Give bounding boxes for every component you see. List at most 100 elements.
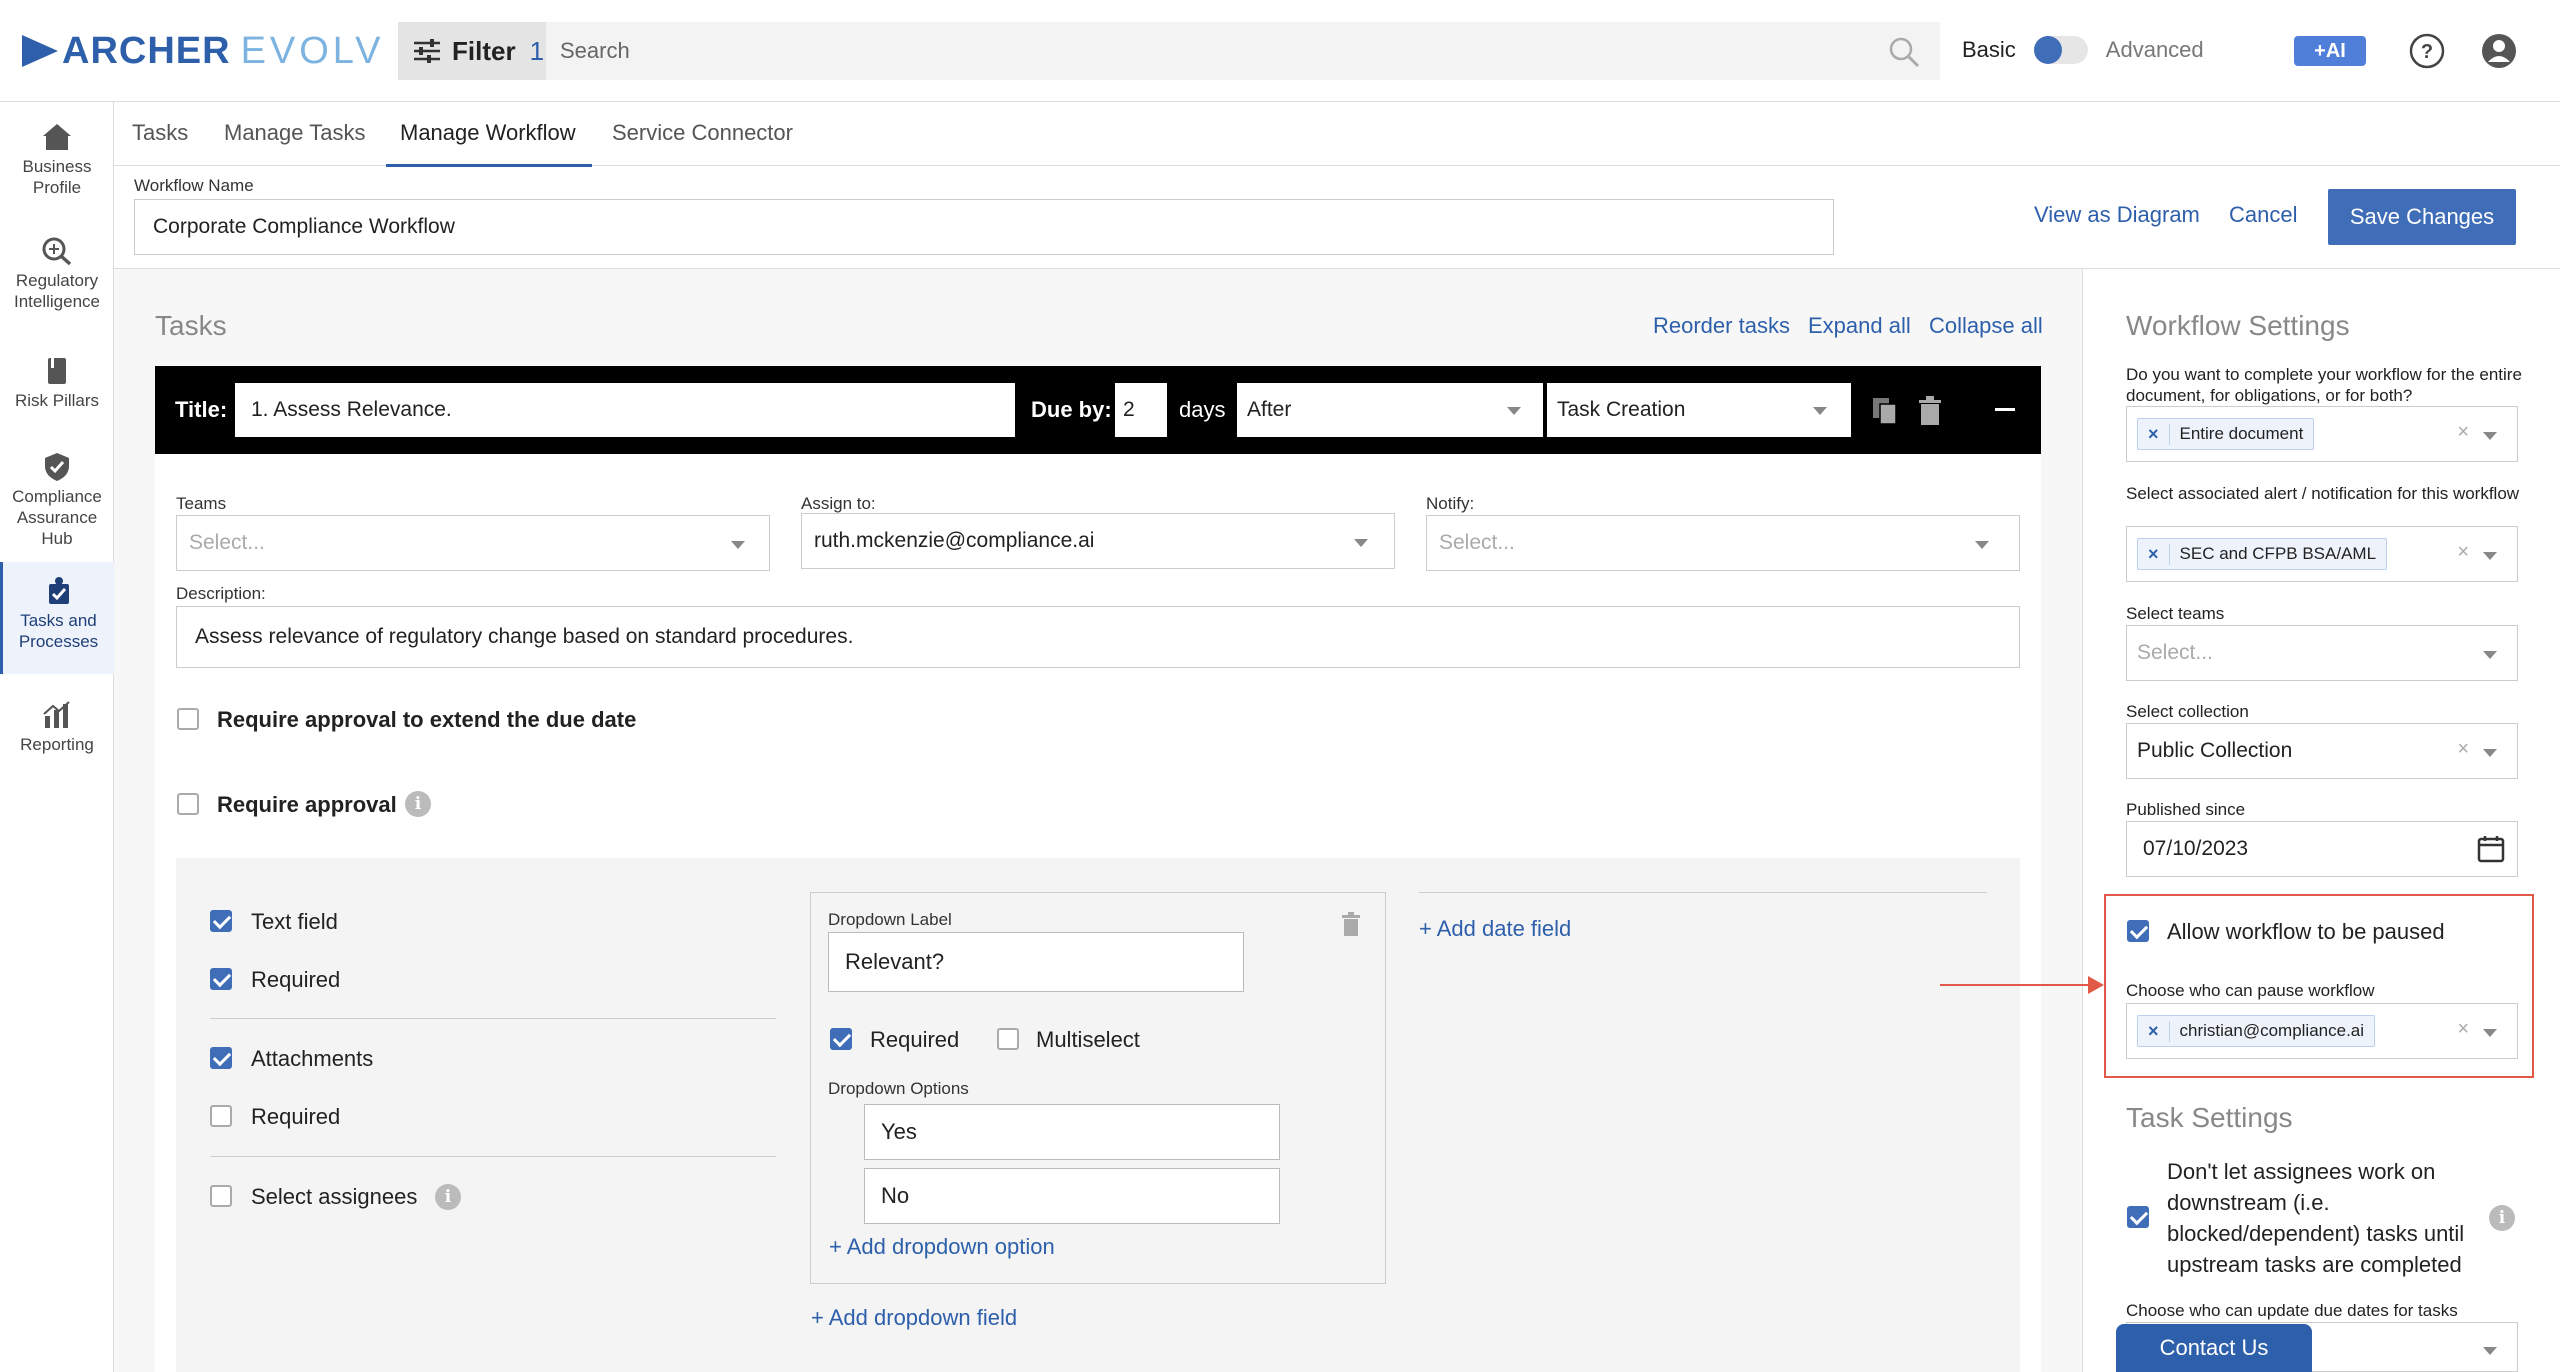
sliders-icon bbox=[414, 39, 440, 63]
info-icon[interactable]: i bbox=[2489, 1205, 2515, 1231]
search-icon[interactable] bbox=[1888, 36, 1920, 68]
required-label: Required bbox=[251, 1104, 341, 1129]
callout-arrowhead bbox=[2088, 976, 2104, 994]
chevron-down-icon bbox=[2483, 1347, 2497, 1355]
trash-icon[interactable] bbox=[1917, 396, 1943, 426]
chevron-down-icon bbox=[731, 541, 745, 549]
add-dropdown-option-link[interactable]: + Add dropdown option bbox=[829, 1234, 1055, 1260]
chevron-down-icon bbox=[1354, 539, 1368, 547]
pause-who-select[interactable]: × christian@compliance.ai × bbox=[2126, 1003, 2518, 1059]
sidebar-item-regulatory-intelligence[interactable]: Regulatory Intelligence bbox=[0, 236, 114, 312]
assign-to-select[interactable]: ruth.mckenzie@compliance.ai bbox=[801, 513, 1395, 569]
dropdown-option-input[interactable]: No bbox=[864, 1168, 1280, 1224]
sidebar-item-tasks-and-processes[interactable]: Tasks and Processes bbox=[0, 562, 114, 674]
task-header-bar: Title: 1. Assess Relevance. Due by: 2 da… bbox=[155, 366, 2041, 454]
attachments-required-checkbox[interactable] bbox=[210, 1105, 232, 1127]
multiselect-checkbox[interactable] bbox=[997, 1028, 1019, 1050]
sidebar-item-label: Compliance Assurance Hub bbox=[12, 487, 102, 548]
copy-icon[interactable] bbox=[1871, 396, 1899, 426]
dropdown-label-input[interactable]: Relevant? bbox=[828, 932, 1244, 992]
chevron-down-icon bbox=[2483, 651, 2497, 659]
workflow-name-input[interactable]: Corporate Compliance Workflow bbox=[134, 199, 1834, 255]
teams-select[interactable]: Select... bbox=[176, 515, 770, 571]
save-changes-button[interactable]: Save Changes bbox=[2328, 189, 2516, 245]
published-since-input[interactable]: 07/10/2023 bbox=[2126, 821, 2518, 877]
chart-icon bbox=[43, 701, 70, 728]
sidebar-item-label: Regulatory Intelligence bbox=[13, 271, 100, 311]
require-extend-checkbox[interactable] bbox=[177, 708, 199, 730]
add-dropdown-field-link[interactable]: + Add dropdown field bbox=[811, 1305, 1017, 1331]
tab-tasks[interactable]: Tasks bbox=[132, 120, 188, 146]
allow-pause-checkbox[interactable] bbox=[2127, 920, 2149, 942]
due-anchor-select[interactable]: Task Creation bbox=[1547, 383, 1851, 437]
dropdown-option-input[interactable]: Yes bbox=[864, 1104, 1280, 1160]
teams-placeholder: Select... bbox=[189, 531, 265, 554]
scope-question: Do you want to complete your workflow fo… bbox=[2126, 365, 2522, 405]
sidebar-item-business-profile[interactable]: Business Profile bbox=[0, 122, 114, 198]
clear-icon[interactable]: × bbox=[2457, 1018, 2469, 1041]
multiselect-label: Multiselect bbox=[1036, 1027, 1140, 1052]
sidebar-item-risk-pillars[interactable]: Risk Pillars bbox=[0, 356, 114, 411]
sidebar-item-label: Reporting bbox=[20, 735, 94, 754]
downstream-checkbox[interactable] bbox=[2127, 1206, 2149, 1228]
due-relation-select[interactable]: After bbox=[1237, 383, 1543, 437]
sidebar-item-compliance-assurance-hub[interactable]: Compliance Assurance Hub bbox=[0, 452, 114, 549]
require-approval-checkbox[interactable] bbox=[177, 793, 199, 815]
add-date-field-link[interactable]: + Add date field bbox=[1419, 916, 1571, 942]
trash-icon[interactable] bbox=[1341, 912, 1361, 936]
reorder-tasks-link[interactable]: Reorder tasks bbox=[1653, 313, 1790, 339]
description-input[interactable]: Assess relevance of regulatory change ba… bbox=[176, 606, 2020, 668]
cancel-link[interactable]: Cancel bbox=[2229, 202, 2297, 228]
clear-icon[interactable]: × bbox=[2457, 541, 2469, 564]
collapse-task-icon[interactable] bbox=[1995, 408, 2015, 411]
collapse-all-link[interactable]: Collapse all bbox=[1929, 313, 2043, 339]
divider bbox=[210, 1018, 776, 1019]
text-field-checkbox[interactable] bbox=[210, 910, 232, 932]
remove-tag-icon[interactable]: × bbox=[2138, 423, 2170, 445]
settings-teams-select[interactable]: Select... bbox=[2126, 625, 2518, 681]
archer-evolv-logo[interactable]: ARCHER EVOLV bbox=[22, 30, 384, 72]
due-by-label: Due by: bbox=[1031, 397, 1112, 422]
svg-text:?: ? bbox=[2421, 41, 2433, 63]
due-by-input[interactable]: 2 bbox=[1115, 383, 1167, 437]
sidebar-item-reporting[interactable]: Reporting bbox=[0, 700, 114, 755]
task-settings-heading: Task Settings bbox=[2126, 1102, 2293, 1133]
tasks-heading: Tasks bbox=[155, 310, 227, 341]
require-extend-label: Require approval to extend the due date bbox=[217, 707, 637, 732]
task-title-input[interactable]: 1. Assess Relevance. bbox=[235, 383, 1015, 437]
scope-tag-label: Entire document bbox=[2179, 424, 2304, 443]
mode-toggle[interactable] bbox=[2033, 36, 2088, 64]
help-icon[interactable]: ? bbox=[2408, 32, 2446, 70]
tab-service-connector[interactable]: Service Connector bbox=[612, 120, 793, 146]
filter-button[interactable]: Filter 1 bbox=[398, 22, 546, 80]
tab-manage-tasks[interactable]: Manage Tasks bbox=[224, 120, 365, 146]
expand-all-link[interactable]: Expand all bbox=[1808, 313, 1911, 339]
text-field-required-checkbox[interactable] bbox=[210, 968, 232, 990]
info-icon[interactable]: i bbox=[435, 1184, 461, 1210]
clear-icon[interactable]: × bbox=[2457, 738, 2469, 761]
alert-select[interactable]: × SEC and CFPB BSA/AML × bbox=[2126, 526, 2518, 582]
notify-select[interactable]: Select... bbox=[1426, 515, 2020, 571]
remove-tag-icon[interactable]: × bbox=[2138, 543, 2170, 565]
tab-manage-workflow[interactable]: Manage Workflow bbox=[386, 120, 592, 167]
clear-icon[interactable]: × bbox=[2457, 421, 2469, 444]
view-as-diagram-link[interactable]: View as Diagram bbox=[2034, 202, 2200, 228]
info-icon[interactable]: i bbox=[405, 791, 431, 817]
collection-select[interactable]: Public Collection × bbox=[2126, 723, 2518, 779]
divider bbox=[210, 1156, 776, 1157]
contact-us-button[interactable]: Contact Us bbox=[2116, 1324, 2312, 1372]
pause-who-label: Choose who can pause workflow bbox=[2126, 981, 2375, 1000]
remove-tag-icon[interactable]: × bbox=[2138, 1020, 2170, 1042]
scope-tag: × Entire document bbox=[2137, 418, 2315, 450]
search-input[interactable]: Search bbox=[546, 22, 1940, 80]
select-assignees-checkbox[interactable] bbox=[210, 1185, 232, 1207]
scope-select[interactable]: × Entire document × bbox=[2126, 406, 2518, 462]
user-avatar-icon[interactable] bbox=[2480, 32, 2518, 70]
calendar-icon[interactable] bbox=[2477, 835, 2505, 863]
attachments-checkbox[interactable] bbox=[210, 1047, 232, 1069]
workflow-name-label: Workflow Name bbox=[134, 176, 254, 195]
chevron-down-icon bbox=[2483, 432, 2497, 440]
ai-button[interactable]: +AI bbox=[2294, 36, 2366, 66]
dropdown-required-checkbox[interactable] bbox=[830, 1028, 852, 1050]
select-assignees-label: Select assignees bbox=[251, 1184, 418, 1209]
